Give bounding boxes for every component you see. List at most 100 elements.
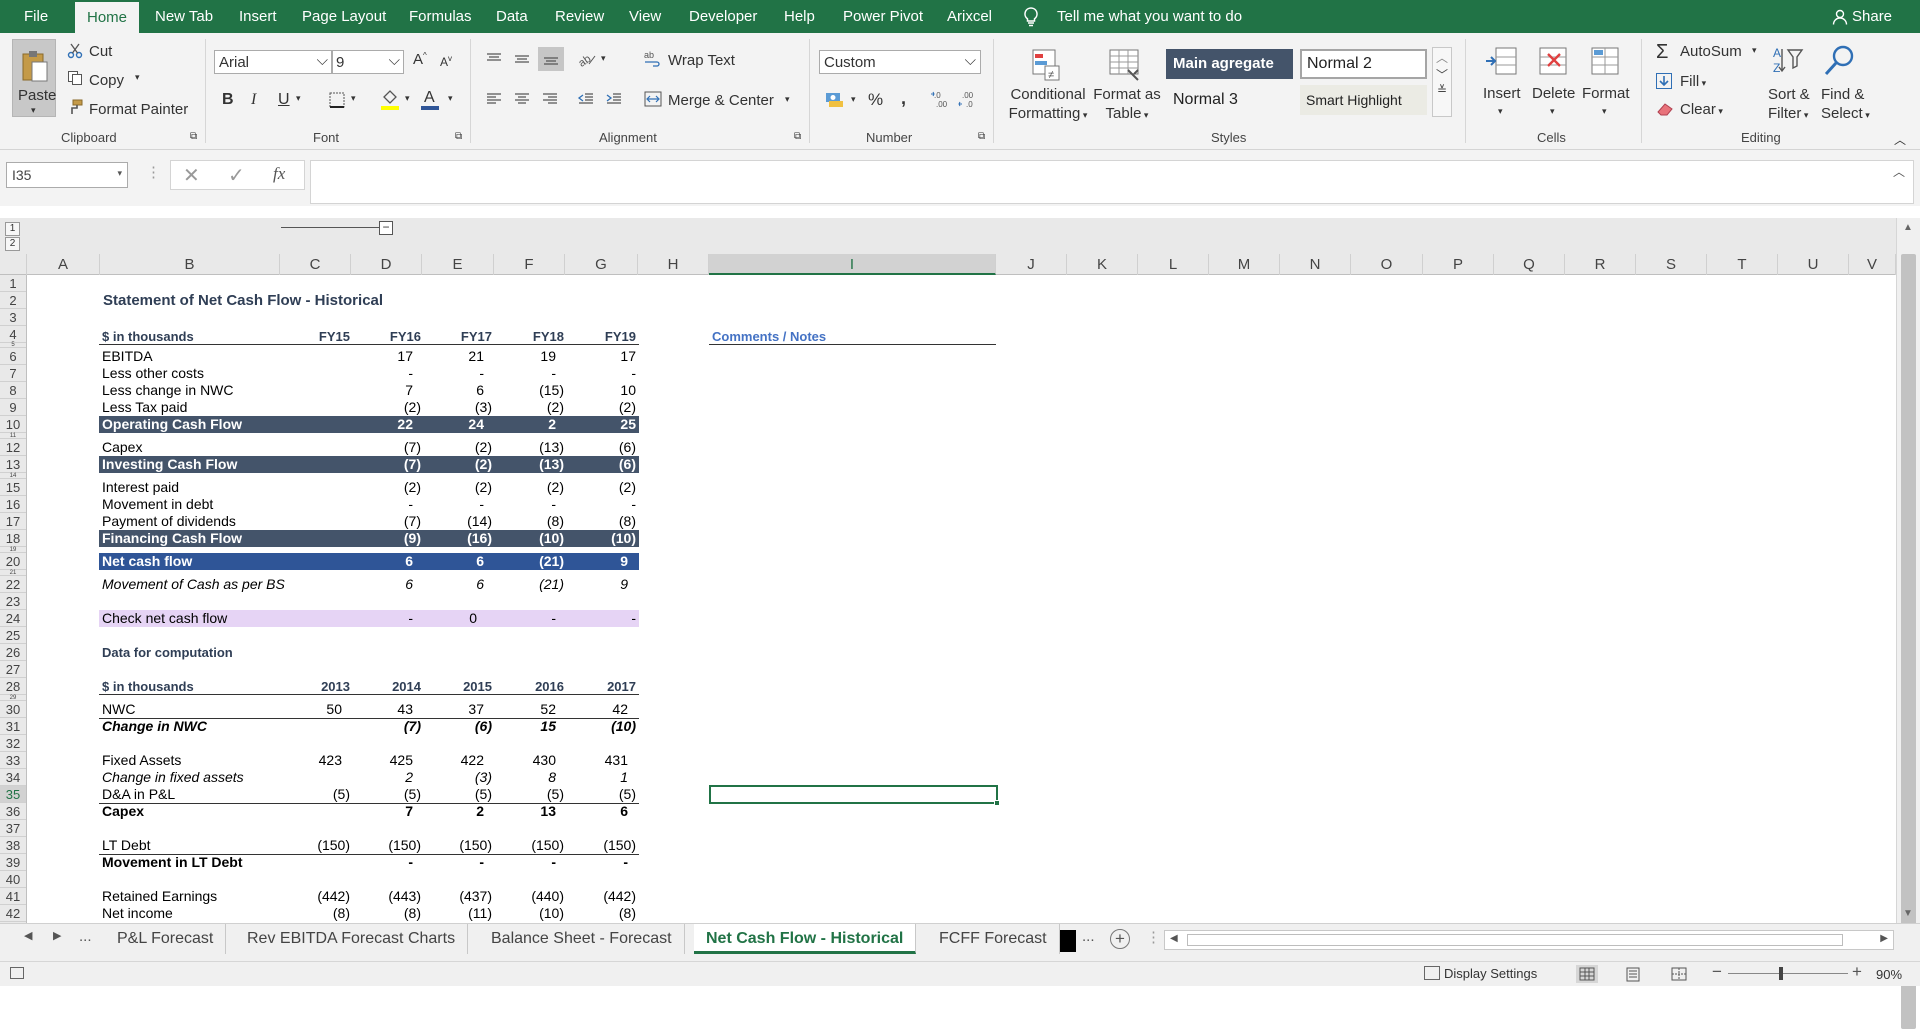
col-header-r[interactable]: R bbox=[1565, 254, 1636, 275]
style-main-agregate[interactable]: Main agregate bbox=[1166, 49, 1293, 79]
tab-arixcel[interactable]: Arixcel bbox=[947, 0, 992, 33]
row-header[interactable]: 20 bbox=[0, 553, 26, 570]
font-color-dropdown-icon[interactable]: ▾ bbox=[448, 93, 453, 104]
tab-page-layout[interactable]: Page Layout bbox=[302, 0, 386, 33]
tab-data[interactable]: Data bbox=[496, 0, 528, 33]
decrease-indent-icon[interactable] bbox=[576, 89, 596, 109]
col-header-s[interactable]: S bbox=[1636, 254, 1707, 275]
chevron-down-icon[interactable]: ﹀ bbox=[1433, 66, 1451, 83]
row-header[interactable]: 17 bbox=[0, 513, 26, 530]
row-header[interactable]: 40 bbox=[0, 871, 26, 888]
copy-button[interactable]: Copy bbox=[89, 72, 124, 89]
row-header-selected[interactable]: 35 bbox=[0, 786, 26, 803]
col-header-j[interactable]: J bbox=[996, 254, 1067, 275]
chevron-up-icon[interactable]: ︿ bbox=[1433, 49, 1451, 66]
autosum-dropdown-icon[interactable]: ▾ bbox=[1752, 45, 1757, 56]
row-header[interactable]: 8 bbox=[0, 382, 26, 399]
merge-center-button[interactable]: Merge & Center bbox=[668, 92, 774, 109]
font-launcher-icon[interactable]: ⧉ bbox=[455, 131, 462, 142]
scroll-up-icon[interactable]: ▲ bbox=[1903, 222, 1913, 233]
col-header-k[interactable]: K bbox=[1067, 254, 1138, 275]
cancel-icon[interactable]: ✕ bbox=[183, 163, 200, 188]
col-header-v[interactable]: V bbox=[1849, 254, 1896, 275]
number-launcher-icon[interactable]: ⧉ bbox=[978, 131, 985, 142]
tab-help[interactable]: Help bbox=[784, 0, 815, 33]
col-header-p[interactable]: P bbox=[1423, 254, 1494, 275]
conditional-formatting-button[interactable]: Conditional Formatting ▾ bbox=[1008, 85, 1088, 125]
sheet-tab-net-cash-flow[interactable]: Net Cash Flow - Historical bbox=[694, 924, 917, 954]
row-header[interactable]: 23 bbox=[0, 593, 26, 610]
row-header[interactable]: 6 bbox=[0, 348, 26, 365]
page-break-view-icon[interactable] bbox=[1668, 965, 1690, 983]
fill-button[interactable]: Fill ▾ bbox=[1680, 73, 1706, 90]
underline-dropdown-icon[interactable]: ▾ bbox=[296, 93, 301, 104]
font-color-icon[interactable]: A bbox=[420, 87, 440, 111]
row-header[interactable]: 30 bbox=[0, 701, 26, 718]
insert-cells-button[interactable]: Insert bbox=[1483, 85, 1521, 102]
borders-dropdown-icon[interactable]: ▾ bbox=[351, 93, 356, 104]
prev-sheet-icon[interactable]: ◀ bbox=[24, 929, 32, 942]
zoom-slider-thumb[interactable] bbox=[1779, 967, 1783, 980]
row-header[interactable]: 2 bbox=[0, 292, 26, 309]
row-header[interactable]: 32 bbox=[0, 735, 26, 752]
col-header-n[interactable]: N bbox=[1280, 254, 1351, 275]
outline-level-1-button[interactable]: 1 bbox=[5, 222, 20, 236]
row-header[interactable]: 1 bbox=[0, 275, 26, 292]
col-header-u[interactable]: U bbox=[1778, 254, 1849, 275]
row-header[interactable]: 38 bbox=[0, 837, 26, 854]
next-sheet-icon[interactable]: ▶ bbox=[53, 929, 61, 942]
sheet-tab-rev-ebitda[interactable]: Rev EBITDA Forecast Charts bbox=[235, 924, 469, 954]
row-header[interactable]: 27 bbox=[0, 661, 26, 678]
cut-button[interactable]: Cut bbox=[89, 43, 112, 60]
row-header[interactable]: 12 bbox=[0, 439, 26, 456]
number-format-select[interactable]: Custom ⌵ bbox=[819, 50, 981, 74]
insert-dropdown-icon[interactable]: ▾ bbox=[1498, 106, 1503, 117]
col-header-h[interactable]: H bbox=[638, 254, 709, 275]
fill-color-dropdown-icon[interactable]: ▾ bbox=[405, 93, 410, 104]
tab-formulas[interactable]: Formulas bbox=[409, 0, 472, 33]
alignment-launcher-icon[interactable]: ⧉ bbox=[794, 131, 801, 142]
enter-check-icon[interactable]: ✓ bbox=[228, 163, 245, 188]
vertical-scrollbar[interactable]: ▲ ▼ bbox=[1896, 218, 1920, 1029]
share-button[interactable]: Share bbox=[1852, 0, 1892, 33]
row-header[interactable]: 36 bbox=[0, 803, 26, 820]
align-bottom-icon[interactable] bbox=[538, 47, 564, 71]
format-painter-button[interactable]: Format Painter bbox=[89, 101, 188, 118]
percent-button[interactable]: % bbox=[868, 90, 883, 110]
h-scroll-thumb[interactable] bbox=[1187, 934, 1843, 946]
wrap-text-button[interactable]: Wrap Text bbox=[668, 52, 735, 69]
col-header-t[interactable]: T bbox=[1707, 254, 1778, 275]
style-smart-highlight[interactable]: Smart Highlight bbox=[1300, 85, 1427, 115]
sheet-tab-pl-forecast[interactable]: P&L Forecast bbox=[105, 924, 227, 954]
chevron-up-icon[interactable]: ︿ bbox=[1893, 163, 1905, 180]
zoom-in-button[interactable]: + bbox=[1852, 962, 1862, 982]
fill-handle[interactable] bbox=[994, 800, 1000, 806]
tab-power-pivot[interactable]: Power Pivot bbox=[843, 0, 923, 33]
row-header[interactable]: 33 bbox=[0, 752, 26, 769]
row-header[interactable]: 7 bbox=[0, 365, 26, 382]
display-settings-button[interactable]: Display Settings bbox=[1444, 966, 1537, 981]
more-sheets-right[interactable]: ... bbox=[1082, 928, 1095, 945]
sheet-tab-balance-sheet[interactable]: Balance Sheet - Forecast bbox=[479, 924, 685, 954]
row-header[interactable]: 22 bbox=[0, 576, 26, 593]
align-top-icon[interactable] bbox=[484, 49, 504, 69]
outline-level-2-button[interactable]: 2 bbox=[5, 237, 20, 251]
macro-record-icon[interactable] bbox=[10, 967, 24, 979]
row-header[interactable]: 10 bbox=[0, 416, 26, 433]
autosum-button[interactable]: AutoSum bbox=[1680, 43, 1742, 60]
row-header[interactable]: 34 bbox=[0, 769, 26, 786]
sort-filter-button[interactable]: Sort & Filter ▾ bbox=[1768, 85, 1810, 125]
comma-button[interactable]: , bbox=[901, 88, 906, 109]
scroll-left-icon[interactable]: ◀ bbox=[1170, 933, 1178, 944]
increase-font-button[interactable]: A^ bbox=[413, 51, 427, 68]
clipboard-launcher-icon[interactable]: ⧉ bbox=[190, 131, 197, 142]
sheet-tab-fcff-forecast[interactable]: FCFF Forecast bbox=[927, 924, 1060, 954]
scroll-right-icon[interactable]: ▶ bbox=[1880, 933, 1888, 944]
delete-dropdown-icon[interactable]: ▾ bbox=[1550, 106, 1555, 117]
format-cells-button[interactable]: Format bbox=[1582, 85, 1630, 102]
row-header[interactable]: 4 bbox=[0, 326, 26, 343]
col-header-m[interactable]: M bbox=[1209, 254, 1280, 275]
merge-dropdown-icon[interactable]: ▾ bbox=[785, 94, 790, 105]
align-right-icon[interactable] bbox=[540, 89, 560, 109]
col-header-l[interactable]: L bbox=[1138, 254, 1209, 275]
